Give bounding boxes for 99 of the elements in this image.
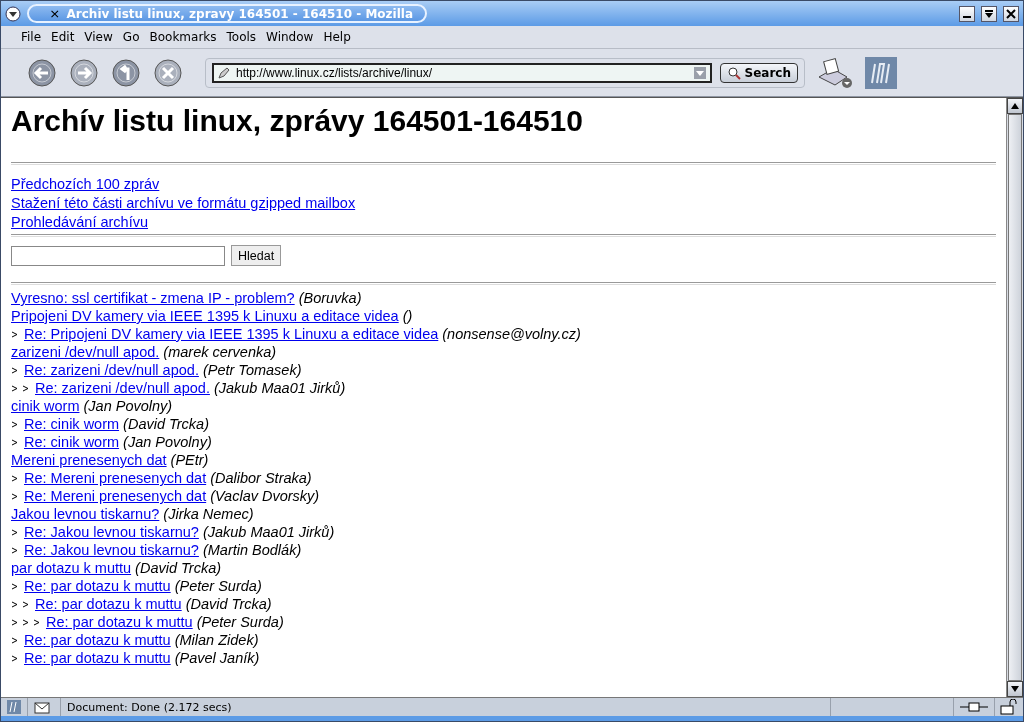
thread-link[interactable]: Re: Pripojeni DV kamery via IEEE 1395 k Linuxu a editace videa [24,326,439,342]
scroll-up-icon[interactable] [1011,103,1019,109]
author-name: (nonsense@volny.cz) [442,326,581,342]
reply-marker-icon [11,420,18,428]
mozilla-logo-icon[interactable] [865,56,897,89]
thread-link[interactable]: Re: cinik worm [24,434,120,450]
thread-link[interactable]: Re: Jakou levnou tiskarnu? [24,524,199,540]
search-input[interactable] [11,245,225,266]
author-name: () [402,308,413,324]
minimize-button[interactable] [959,5,975,22]
menu-item[interactable]: Edit [51,30,81,44]
search-button[interactable]: Search [719,62,798,83]
menu-item[interactable]: View [84,30,119,44]
author-name: (Jakub Maa01 Jirků) [213,380,346,396]
author-name: (Boruvka) [298,290,362,306]
pencil-icon [218,66,230,79]
forward-button[interactable] [69,57,99,88]
thread-link[interactable]: Re: Mereni prenesenych dat [24,488,207,504]
author-name: (marek cervenka) [163,344,277,360]
connection-icon [960,701,988,713]
author-name: (Jan Povolny) [123,434,212,450]
thread-link[interactable]: Mereni prenesenych dat [11,452,167,468]
author-name: (Jakub Maa01 Jirků) [202,524,335,540]
thread-link[interactable]: Re: par dotazu k muttu [46,614,193,630]
reply-marker-icon [22,618,29,626]
thread-link[interactable]: Re: par dotazu k muttu [24,650,171,666]
reply-marker-icon [11,546,18,554]
reply-marker-icon [11,438,18,446]
lock-icon [999,699,1019,715]
author-name: (PEtr) [170,452,209,468]
thread-link[interactable]: Re: Jakou levnou tiskarnu? [24,542,199,558]
thread-link[interactable]: Re: par dotazu k muttu [35,596,182,612]
page-heading: Archív listu linux, zprávy 164501-164510 [11,104,584,138]
author-name: (Dalibor Straka) [210,470,312,486]
close-button[interactable] [1003,5,1019,22]
reply-marker-icon [33,618,40,626]
reply-marker-icon [11,654,18,662]
thread-link[interactable]: Re: zarizeni /dev/null apod. [24,362,199,378]
archive-link[interactable]: Předchozích 100 zpráv [11,176,160,192]
archive-link[interactable]: Stažení této části archívu ve formátu gzipped mailbox [11,195,356,211]
menu-item[interactable]: Go [122,30,146,44]
minimize-icon [963,15,971,18]
url-field[interactable]: http://www.linux.cz/lists/archive/linux/ [212,62,712,83]
reply-marker-icon [11,600,18,608]
reload-button[interactable] [111,57,141,88]
stop-button[interactable] [153,57,183,88]
menu-item[interactable]: Help [323,30,357,44]
reply-marker-icon [11,492,18,500]
author-name: (Martin Bodlák) [202,542,302,558]
thread-link[interactable]: Re: par dotazu k muttu [24,632,171,648]
menu-item[interactable]: Bookmarks [149,30,223,44]
author-name: (Vaclav Dvorsky) [210,488,320,504]
search-icon [726,65,741,80]
reply-marker-icon [11,330,18,338]
reply-marker-icon [11,474,18,482]
author-name: (Jirka Nemec) [163,506,254,522]
reply-marker-icon [11,618,18,626]
search-submit-button[interactable]: Hledat [231,245,282,266]
thread-link[interactable]: Vyresno: ssl certifikat - zmena IP - problem? [11,290,295,306]
author-name: (David Trcka) [123,416,209,432]
shade-icon [984,8,994,19]
menu-item[interactable]: Tools [226,30,263,44]
thread-link[interactable]: Re: cinik worm [24,416,120,432]
dropdown-icon[interactable] [693,66,706,79]
reply-marker-icon [11,366,18,374]
reply-marker-icon [11,582,18,590]
thread-link[interactable]: Re: zarizeni /dev/null apod. [35,380,210,396]
window-menu-icon[interactable] [5,5,21,22]
author-name: (Peter Surda) [174,578,262,594]
mozilla-status-icon[interactable] [7,700,21,714]
reply-marker-icon [22,384,29,392]
reply-marker-icon [11,384,18,392]
status-text: Document: Done (2.172 secs) [67,700,232,714]
reply-marker-icon [11,528,18,536]
author-name: (David Trcka) [135,560,222,576]
reply-marker-icon [22,600,29,608]
scroll-down-icon[interactable] [1011,686,1019,692]
printer-icon[interactable] [817,56,853,89]
thread-link[interactable]: Jakou levnou tiskarnu? [11,506,160,522]
thread-link[interactable]: Re: Mereni prenesenych dat [24,470,207,486]
close-icon [1006,8,1016,19]
window-title-text: Archiv listu linux, zpravy 164501 - 164510 - Mozilla [66,6,413,21]
author-name: (Jan Povolny) [83,398,173,414]
thread-link[interactable]: Pripojeni DV kamery via IEEE 1395 k Linuxu a editace videa [11,308,399,324]
thread-link[interactable]: cinik worm [11,398,80,414]
author-name: (Milan Zidek) [174,632,259,648]
author-name: (Petr Tomasek) [202,362,302,378]
back-button[interactable] [27,57,57,88]
reply-marker-icon [11,636,18,644]
thread-link[interactable]: par dotazu k muttu [11,560,132,576]
thread-link[interactable]: Re: par dotazu k muttu [24,578,171,594]
thread-link[interactable]: zarizeni /dev/null apod. [11,344,160,360]
menu-item[interactable]: File [21,30,48,44]
author-name: (David Trcka) [185,596,272,612]
archive-link[interactable]: Prohledávání archívu [11,214,149,230]
shade-button[interactable] [981,5,997,22]
author-name: (Peter Surda) [196,614,284,630]
menu-item[interactable]: Window [266,30,320,44]
author-name: (Pavel Janík) [174,650,260,666]
